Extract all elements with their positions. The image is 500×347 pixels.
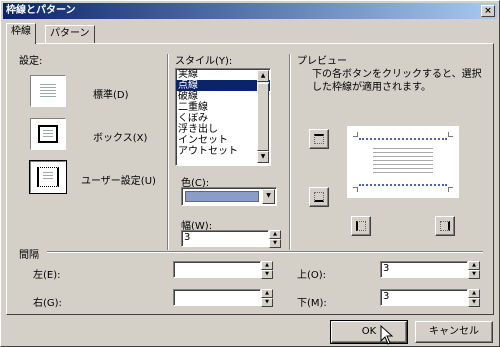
close-icon: × [484,6,492,16]
top-border-button[interactable] [309,129,329,149]
bottom-spacing-value: 3 [383,291,390,302]
spin-up-icon[interactable]: ▲ [269,230,281,239]
left-spacing-label: 左(E): [33,270,61,281]
spin-up-icon[interactable]: ▲ [468,261,480,270]
right-spacing-input[interactable] [173,289,261,306]
preview-top-border [359,138,447,140]
style-item[interactable]: くぼみ [176,113,270,124]
bottom-border-icon [314,192,324,202]
width-input[interactable]: 3 [181,230,269,247]
spin-up-icon[interactable]: ▲ [261,261,273,270]
cancel-button[interactable]: キャンセル [415,321,493,343]
preset-none-button[interactable] [30,75,66,107]
ok-button[interactable]: OK [330,320,408,345]
spin-up-icon[interactable]: ▲ [261,289,273,298]
custom-border-icon [37,167,59,187]
style-item[interactable]: 破線 [176,91,270,102]
left-border-button[interactable] [351,216,371,236]
spin-down-icon[interactable]: ▼ [468,270,480,279]
scroll-up-icon[interactable]: ▲ [257,70,269,82]
spin-down-icon[interactable]: ▼ [261,298,273,307]
style-item[interactable]: 浮き出し [176,124,270,135]
width-value: 3 [184,232,191,243]
style-heading: スタイル(Y): [175,56,233,67]
style-scrollbar[interactable]: ▲ ▼ [257,70,269,163]
left-border-icon [356,221,366,231]
preset-box-button[interactable] [30,118,66,150]
settings-heading: 設定: [19,56,43,67]
ok-button-label: OK [361,326,377,337]
spacing-separator [47,251,483,253]
box-border-icon [38,125,58,143]
preview-corner-bl [353,187,358,192]
top-border-icon [314,134,324,144]
preset-custom-button[interactable] [29,160,67,194]
preview-text-lines [373,148,433,176]
preview-box [347,126,459,198]
tab-panel: 設定: 標準(D) ボックス(X) ユーザー設定(U) スタイル(Y): 実線 … [6,43,494,315]
spin-down-icon[interactable]: ▼ [468,298,480,307]
bottom-border-button[interactable] [309,187,329,207]
preview-corner-tl [353,132,358,137]
tab-patterns[interactable]: パターン [45,25,95,43]
right-spacing-spinner[interactable]: ▲ ▼ [261,289,273,307]
dropdown-arrow-icon[interactable]: ▼ [262,189,275,204]
separator-left [167,54,169,250]
mouse-cursor-icon [380,325,394,345]
close-button[interactable]: × [481,5,495,17]
dialog-window: 枠線とパターン × 枠線 パターン 設定: 標準(D) ボックス(X) ユーザー… [0,0,500,347]
preset-box-label: ボックス(X) [93,133,148,144]
style-item[interactable]: 二重線 [176,102,270,113]
cancel-button-label: キャンセル [429,326,479,337]
right-spacing-label: 右(G): [33,298,62,309]
preview-corner-tr [448,132,453,137]
preview-bottom-border [359,184,447,186]
scroll-thumb[interactable] [257,83,269,151]
tab-borders[interactable]: 枠線 [6,23,36,44]
bottom-spacing-spinner[interactable]: ▲ ▼ [468,289,480,307]
color-dropdown[interactable]: ▼ [181,187,277,206]
scroll-down-icon[interactable]: ▼ [257,151,269,163]
top-spacing-label: 上(O): [297,270,327,281]
bottom-spacing-label: 下(M): [297,298,327,309]
bottom-spacing-input[interactable]: 3 [380,289,468,306]
right-border-button[interactable] [435,216,455,236]
tab-borders-label: 枠線 [11,26,31,37]
no-border-icon [40,84,56,99]
color-swatch [185,191,259,202]
style-item[interactable]: インセット [176,135,270,146]
separator-right [289,54,291,250]
preview-instruction: 下の各ボタンをクリックすると、選択した枠線が適用されます。 [312,69,482,93]
width-spinner[interactable]: ▲ ▼ [269,230,281,248]
preset-none-label: 標準(D) [93,90,129,101]
left-spacing-input[interactable] [173,261,261,278]
spin-down-icon[interactable]: ▼ [261,270,273,279]
style-item[interactable]: アウトセット [176,146,270,157]
spin-up-icon[interactable]: ▲ [468,289,480,298]
right-border-icon [440,221,450,231]
preview-corner-br [448,187,453,192]
top-spacing-input[interactable]: 3 [380,261,468,278]
preset-custom-label: ユーザー設定(U) [81,176,156,187]
top-spacing-spinner[interactable]: ▲ ▼ [468,261,480,279]
window-title: 枠線とパターン [6,5,76,16]
style-listbox[interactable]: 実線 点線 破線 二重線 くぼみ 浮き出し インセット アウトセット ▲ ▼ [175,68,271,166]
preview-heading: プレビュー [297,56,347,67]
style-item-selected[interactable]: 点線 [176,80,270,91]
title-bar[interactable]: 枠線とパターン × [3,3,497,19]
style-item[interactable]: 実線 [176,69,270,80]
tab-patterns-label: パターン [50,28,90,39]
left-spacing-spinner[interactable]: ▲ ▼ [261,261,273,279]
top-spacing-value: 3 [383,263,390,274]
spacing-heading: 間隔 [19,250,39,261]
spin-down-icon[interactable]: ▼ [269,239,281,248]
